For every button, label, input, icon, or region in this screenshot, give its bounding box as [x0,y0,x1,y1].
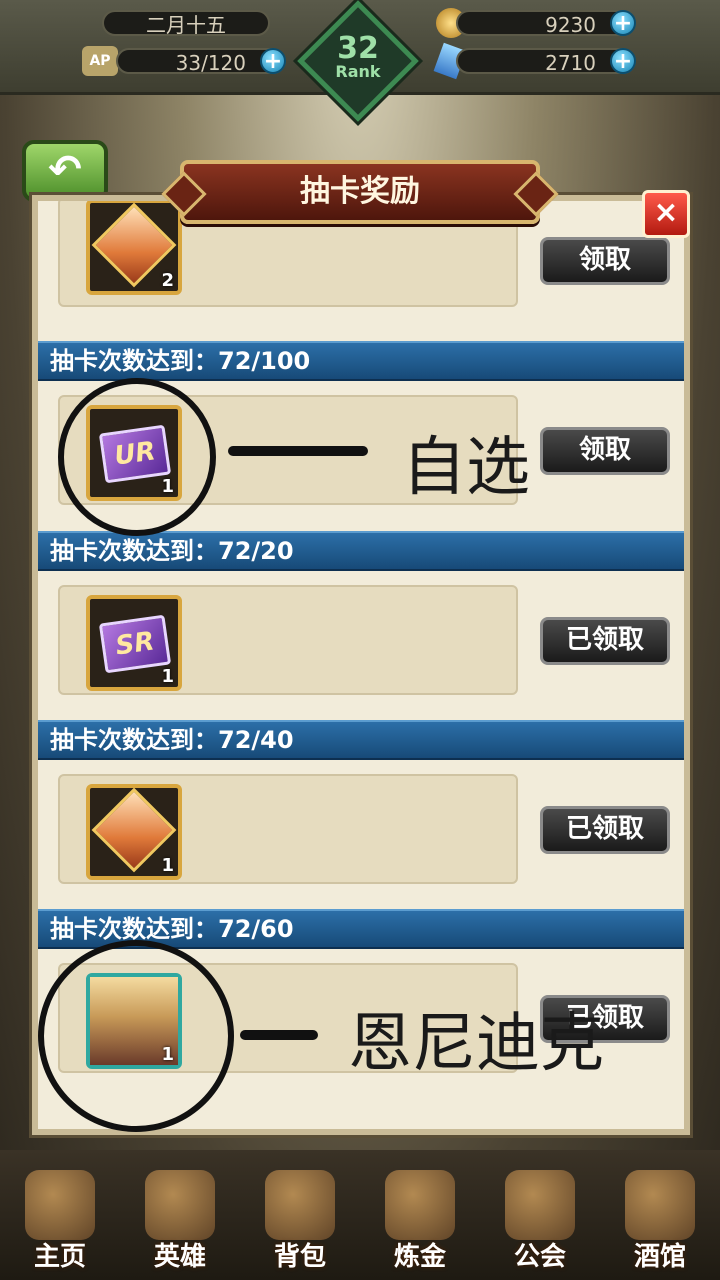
item-count: 1 [161,666,174,687]
annotation-circle [58,378,216,536]
reward-item-slot[interactable]: 2 [86,201,182,295]
annotation-note-ur: 自选 [402,431,530,505]
nav-label: 酒馆 [633,1242,686,1272]
nav-label: 炼金 [393,1242,446,1272]
bottom-nav: 主页 英雄 背包 炼金 公会 酒馆 [0,1150,720,1280]
nav-home[interactable]: 主页 [0,1150,120,1280]
claim-button[interactable]: 领取 [540,237,670,285]
helmet-icon [145,1170,215,1240]
reward-item-slot[interactable]: 1 [86,784,182,880]
annotation-line [228,446,368,456]
dialog-title: 抽卡奖励 [180,160,540,224]
potion-icon [385,1170,455,1240]
beer-mug-icon [625,1170,695,1240]
reward-row: 1 [58,774,518,884]
rank-number: 32 [337,31,379,66]
nav-label: 主页 [33,1242,86,1272]
claimed-button[interactable]: 已领取 [540,617,670,665]
reward-row: SR 1 [58,585,518,695]
rank-label: Rank [335,62,381,81]
date-display: 二月十五 [102,10,270,37]
back-arrow-icon: ↶ [48,147,82,193]
item-count: 1 [161,855,174,876]
nav-guild[interactable]: 公会 [480,1150,600,1280]
annotation-line [240,1030,318,1040]
gems-display: 2710 [456,48,636,75]
castle-icon [25,1170,95,1240]
close-button[interactable]: × [642,190,690,238]
annotation-circle [38,940,234,1132]
claim-button[interactable]: 领取 [540,427,670,475]
backpack-icon [265,1170,335,1240]
reward-item-slot[interactable]: SR 1 [86,595,182,691]
gold-display: 9230 [456,10,636,37]
nav-label: 背包 [273,1242,326,1272]
add-stamina-button[interactable]: + [260,48,286,74]
nav-heroes[interactable]: 英雄 [120,1150,240,1280]
rank-text: 32 Rank [318,34,398,80]
sr-card-icon: SR [98,614,172,674]
nav-tavern[interactable]: 酒馆 [600,1150,720,1280]
shield-icon [505,1170,575,1240]
section-header: 抽卡次数达到：72/40 [38,720,684,760]
add-gems-button[interactable]: + [610,48,636,74]
section-header: 抽卡次数达到：72/20 [38,531,684,571]
back-button[interactable]: ↶ [22,140,108,202]
section-header: 抽卡次数达到：72/100 [38,341,684,381]
claimed-button[interactable]: 已领取 [540,806,670,854]
stamina-icon: AP [82,46,118,76]
nav-alchemy[interactable]: 炼金 [360,1150,480,1280]
item-count: 2 [161,270,174,291]
close-icon: × [653,195,679,230]
annotation-note-hero: 恩尼迪克 [348,1007,604,1081]
nav-bag[interactable]: 背包 [240,1150,360,1280]
nav-label: 公会 [513,1242,566,1272]
add-gold-button[interactable]: + [610,10,636,36]
nav-label: 英雄 [153,1242,206,1272]
